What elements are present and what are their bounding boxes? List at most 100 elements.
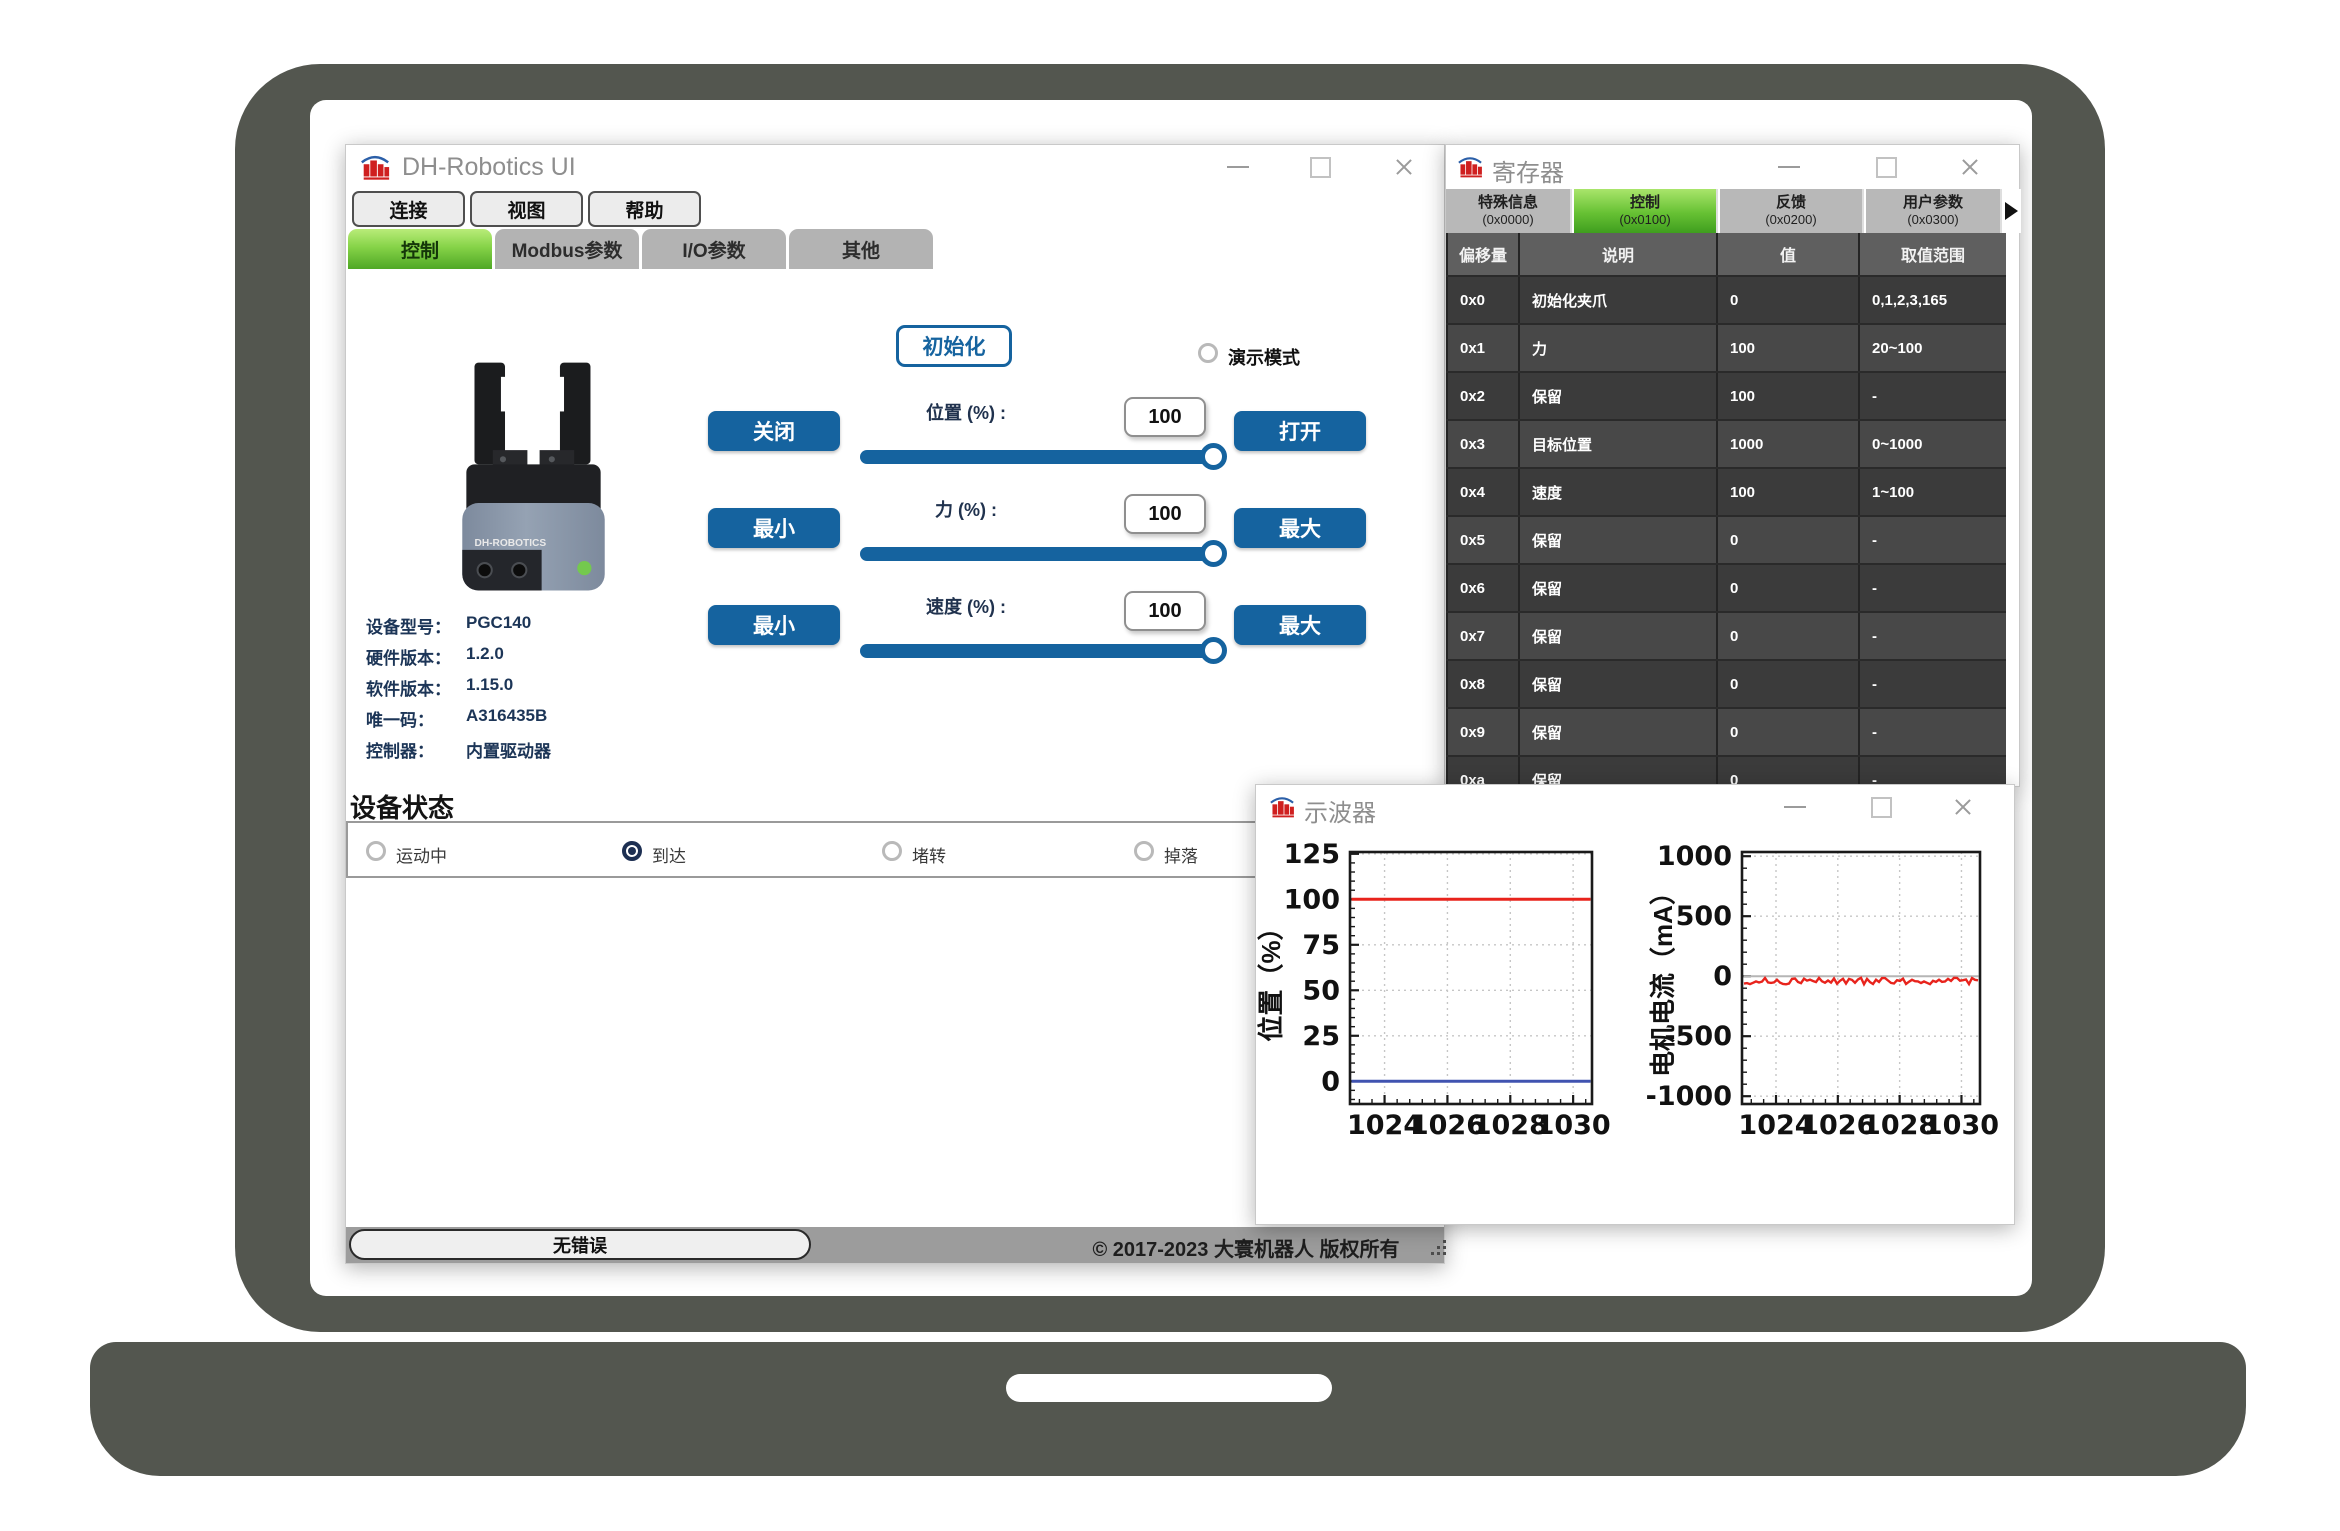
scope-titlebar[interactable]: 示波器	[1256, 785, 2014, 829]
table-cell: 0	[1716, 565, 1858, 611]
reg-tab-user-params-line2: (0x0300)	[1907, 212, 1958, 228]
table-cell: 0x5	[1446, 517, 1518, 563]
status-bar: 无错误 © 2017-2023 大寰机器人 版权所有	[346, 1227, 1444, 1263]
table-cell: 保留	[1518, 661, 1716, 707]
reg-tab-special-info[interactable]: 特殊信息(0x0000)	[1446, 189, 1572, 233]
table-row[interactable]: 0x0初始化夹爪00,1,2,3,165	[1446, 275, 2006, 323]
minimize-icon[interactable]	[1777, 785, 1813, 829]
table-cell: -	[1858, 613, 2006, 659]
table-cell: -	[1858, 517, 2006, 563]
copyright-text: © 2017-2023 大寰机器人 版权所有	[986, 1233, 1506, 1262]
reg-tab-control-line2: (0x0100)	[1619, 212, 1670, 228]
table-header-cell: 取值范围	[1858, 233, 2006, 275]
force-min-button[interactable]: 最小	[708, 508, 840, 548]
register-titlebar[interactable]: 寄存器	[1446, 145, 2019, 189]
maximize-icon[interactable]	[1863, 785, 1899, 829]
table-cell: 保留	[1518, 613, 1716, 659]
maximize-icon[interactable]	[1868, 145, 1904, 189]
device-info-value: PGC140	[466, 613, 531, 633]
status-radio-dropped[interactable]	[1134, 841, 1154, 861]
position-slider-knob[interactable]	[1200, 443, 1227, 470]
reg-tab-control[interactable]: 控制(0x0100)	[1574, 189, 1718, 233]
table-row[interactable]: 0x9保留0-	[1446, 707, 2006, 755]
table-cell: -	[1858, 373, 2006, 419]
force-slider[interactable]	[860, 547, 1216, 561]
table-row[interactable]: 0x6保留0-	[1446, 563, 2006, 611]
table-row[interactable]: 0x1力10020~100	[1446, 323, 2006, 371]
table-cell: 0x9	[1446, 709, 1518, 755]
svg-text:0: 0	[1321, 1066, 1340, 1097]
table-cell: 0x8	[1446, 661, 1518, 707]
status-radio-arrived[interactable]	[622, 841, 642, 861]
close-icon[interactable]	[1945, 785, 1981, 829]
table-cell: 目标位置	[1518, 421, 1716, 467]
table-row[interactable]: 0x2保留100-	[1446, 371, 2006, 419]
svg-text:0: 0	[1713, 961, 1732, 992]
laptop-screen: DH-Robotics UI 连接视图帮助 控制Modbus参数I/O参数其他 …	[310, 100, 2032, 1296]
force-input[interactable]	[1124, 494, 1206, 534]
table-row[interactable]: 0x3目标位置10000~1000	[1446, 419, 2006, 467]
reg-tab-special-info-line1: 特殊信息	[1478, 194, 1538, 212]
close-button[interactable]: 关闭	[708, 411, 840, 451]
table-cell: 力	[1518, 325, 1716, 371]
position-label: 位置 (%) :	[861, 399, 1071, 425]
table-cell: 0	[1716, 277, 1858, 323]
register-window: 寄存器 特殊信息(0x0000)控制(0x0100)反馈(0x0200)用户参数…	[1445, 144, 2020, 787]
speed-slider-knob[interactable]	[1200, 637, 1227, 664]
device-info-label: 硬件版本：	[366, 644, 451, 669]
device-info-label: 唯一码：	[366, 706, 434, 731]
svg-text:100: 100	[1284, 884, 1340, 915]
table-cell: 速度	[1518, 469, 1716, 515]
reg-tab-user-params-line1: 用户参数	[1903, 194, 1963, 212]
table-cell: 0	[1716, 517, 1858, 563]
resize-grip[interactable]	[1431, 1252, 1434, 1255]
status-radio-dropped-label: 掉落	[1164, 842, 1198, 867]
open-button[interactable]: 打开	[1234, 411, 1366, 451]
svg-text:-1000: -1000	[1646, 1081, 1732, 1112]
table-cell: -	[1858, 661, 2006, 707]
speed-input[interactable]	[1124, 591, 1206, 631]
tab-scroll-right-button[interactable]	[2002, 189, 2021, 233]
table-row[interactable]: 0x7保留0-	[1446, 611, 2006, 659]
speed-min-button[interactable]: 最小	[708, 605, 840, 645]
table-cell: 保留	[1518, 373, 1716, 419]
dh-logo-icon	[1454, 154, 1486, 181]
table-cell: 100	[1716, 325, 1858, 371]
svg-text:25: 25	[1302, 1021, 1340, 1052]
svg-text:位置（%）: 位置（%）	[1256, 914, 1286, 1041]
table-cell: 0x7	[1446, 613, 1518, 659]
device-info: 设备型号：PGC140硬件版本：1.2.0软件版本：1.15.0唯一码：A316…	[346, 145, 686, 785]
table-cell: 1000	[1716, 421, 1858, 467]
speed-max-button[interactable]: 最大	[1234, 605, 1366, 645]
svg-text:125: 125	[1284, 839, 1340, 870]
device-info-label: 设备型号：	[366, 613, 451, 638]
device-info-value: 1.2.0	[466, 644, 504, 664]
table-cell: 初始化夹爪	[1518, 277, 1716, 323]
table-row[interactable]: 0x8保留0-	[1446, 659, 2006, 707]
close-icon[interactable]	[1952, 145, 1988, 189]
dh-logo-icon	[1266, 794, 1298, 821]
error-status-button[interactable]: 无错误	[349, 1229, 811, 1260]
reg-tab-feedback[interactable]: 反馈(0x0200)	[1720, 189, 1864, 233]
reg-tab-special-info-line2: (0x0000)	[1482, 212, 1533, 228]
speed-slider[interactable]	[860, 644, 1216, 658]
position-slider[interactable]	[860, 450, 1216, 464]
minimize-icon[interactable]	[1771, 145, 1807, 189]
force-max-button[interactable]: 最大	[1234, 508, 1366, 548]
laptop-base	[90, 1342, 2246, 1476]
svg-text:1030: 1030	[1924, 1110, 1999, 1141]
svg-text:1030: 1030	[1536, 1110, 1611, 1141]
speed-label: 速度 (%) :	[861, 593, 1071, 619]
reg-tab-user-params[interactable]: 用户参数(0x0300)	[1866, 189, 2002, 233]
device-info-label: 软件版本：	[366, 675, 451, 700]
force-slider-knob[interactable]	[1200, 540, 1227, 567]
svg-text:1024: 1024	[1738, 1110, 1813, 1141]
table-row[interactable]: 0x4速度1001~100	[1446, 467, 2006, 515]
status-radio-moving[interactable]	[366, 841, 386, 861]
status-radio-stalled[interactable]	[882, 841, 902, 861]
table-cell: 20~100	[1858, 325, 2006, 371]
position-input[interactable]	[1124, 397, 1206, 437]
table-cell: 保留	[1518, 709, 1716, 755]
table-cell: 0	[1716, 613, 1858, 659]
table-row[interactable]: 0x5保留0-	[1446, 515, 2006, 563]
